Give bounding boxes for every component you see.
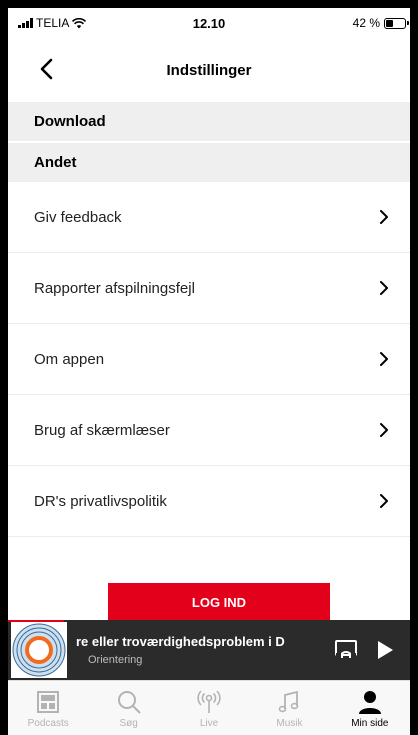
menu-item-privacy-policy[interactable]: DR's privatlivspolitik: [8, 466, 410, 537]
tab-my-page[interactable]: Min side: [330, 681, 410, 735]
status-time: 12.10: [192, 15, 226, 31]
phone-screen: TELIA 12.10 42 % Indstillinger Download …: [8, 8, 410, 735]
tab-label: Min side: [351, 718, 389, 729]
player-meta: re eller troværdighedsproblem i D Orient…: [76, 634, 306, 666]
player-subtitle: Orientering: [88, 654, 143, 666]
chevron-right-icon: [380, 423, 388, 437]
battery-percent: 42 %: [352, 16, 380, 30]
chevron-right-icon: [380, 281, 388, 295]
tab-podcasts[interactable]: Podcasts: [8, 681, 88, 735]
tab-label: Musik: [276, 718, 303, 729]
user-icon: [358, 691, 381, 714]
tab-label: Podcasts: [27, 718, 69, 729]
play-icon[interactable]: [376, 640, 394, 660]
podcasts-icon: [37, 691, 60, 713]
battery-icon: [384, 17, 409, 29]
menu-item-label: Om appen: [34, 350, 105, 368]
chevron-right-icon: [380, 210, 388, 224]
menu-item-report-playback-error[interactable]: Rapporter afspilningsfejl: [8, 253, 410, 324]
menu-item-screen-reader[interactable]: Brug af skærmlæser: [8, 395, 410, 466]
menu-item-feedback[interactable]: Giv feedback: [8, 182, 410, 253]
live-radio-icon: [197, 690, 221, 713]
chevron-right-icon: [380, 352, 388, 366]
search-icon: [117, 691, 141, 714]
menu-item-label: Brug af skærmlæser: [34, 421, 170, 439]
section-andet: Andet: [8, 143, 410, 182]
mini-player[interactable]: re eller troværdighedsproblem i D Orient…: [8, 620, 410, 680]
nav-header: Indstillinger: [8, 38, 410, 102]
podcast-artwork: [11, 622, 67, 678]
chevron-right-icon: [380, 494, 388, 508]
cast-icon[interactable]: [334, 638, 358, 660]
menu-item-label: DR's privatlivspolitik: [34, 492, 167, 510]
menu-item-about-app[interactable]: Om appen: [8, 324, 410, 395]
player-progress-bar: [8, 620, 65, 622]
tab-live[interactable]: Live: [169, 681, 249, 735]
status-right: 42 %: [352, 16, 409, 30]
tab-search[interactable]: Søg: [88, 681, 168, 735]
menu-item-label: Giv feedback: [34, 208, 122, 226]
podcast-artwork-image: [12, 623, 66, 677]
section-download[interactable]: Download: [8, 102, 410, 141]
tab-bar: Podcasts Søg Live Musik Min side: [8, 680, 410, 735]
player-title: re eller troværdighedsproblem i D: [76, 634, 285, 649]
music-note-icon: [279, 690, 299, 713]
tab-music[interactable]: Musik: [249, 681, 329, 735]
menu-item-label: Rapporter afspilningsfejl: [34, 279, 195, 297]
chevron-left-icon[interactable]: [32, 54, 62, 84]
tab-label: Søg: [119, 718, 138, 729]
page-title: Indstillinger: [166, 61, 252, 79]
status-bar: TELIA 12.10 42 %: [8, 8, 410, 38]
login-button[interactable]: LOG IND: [108, 583, 330, 621]
tab-label: Live: [199, 718, 219, 729]
